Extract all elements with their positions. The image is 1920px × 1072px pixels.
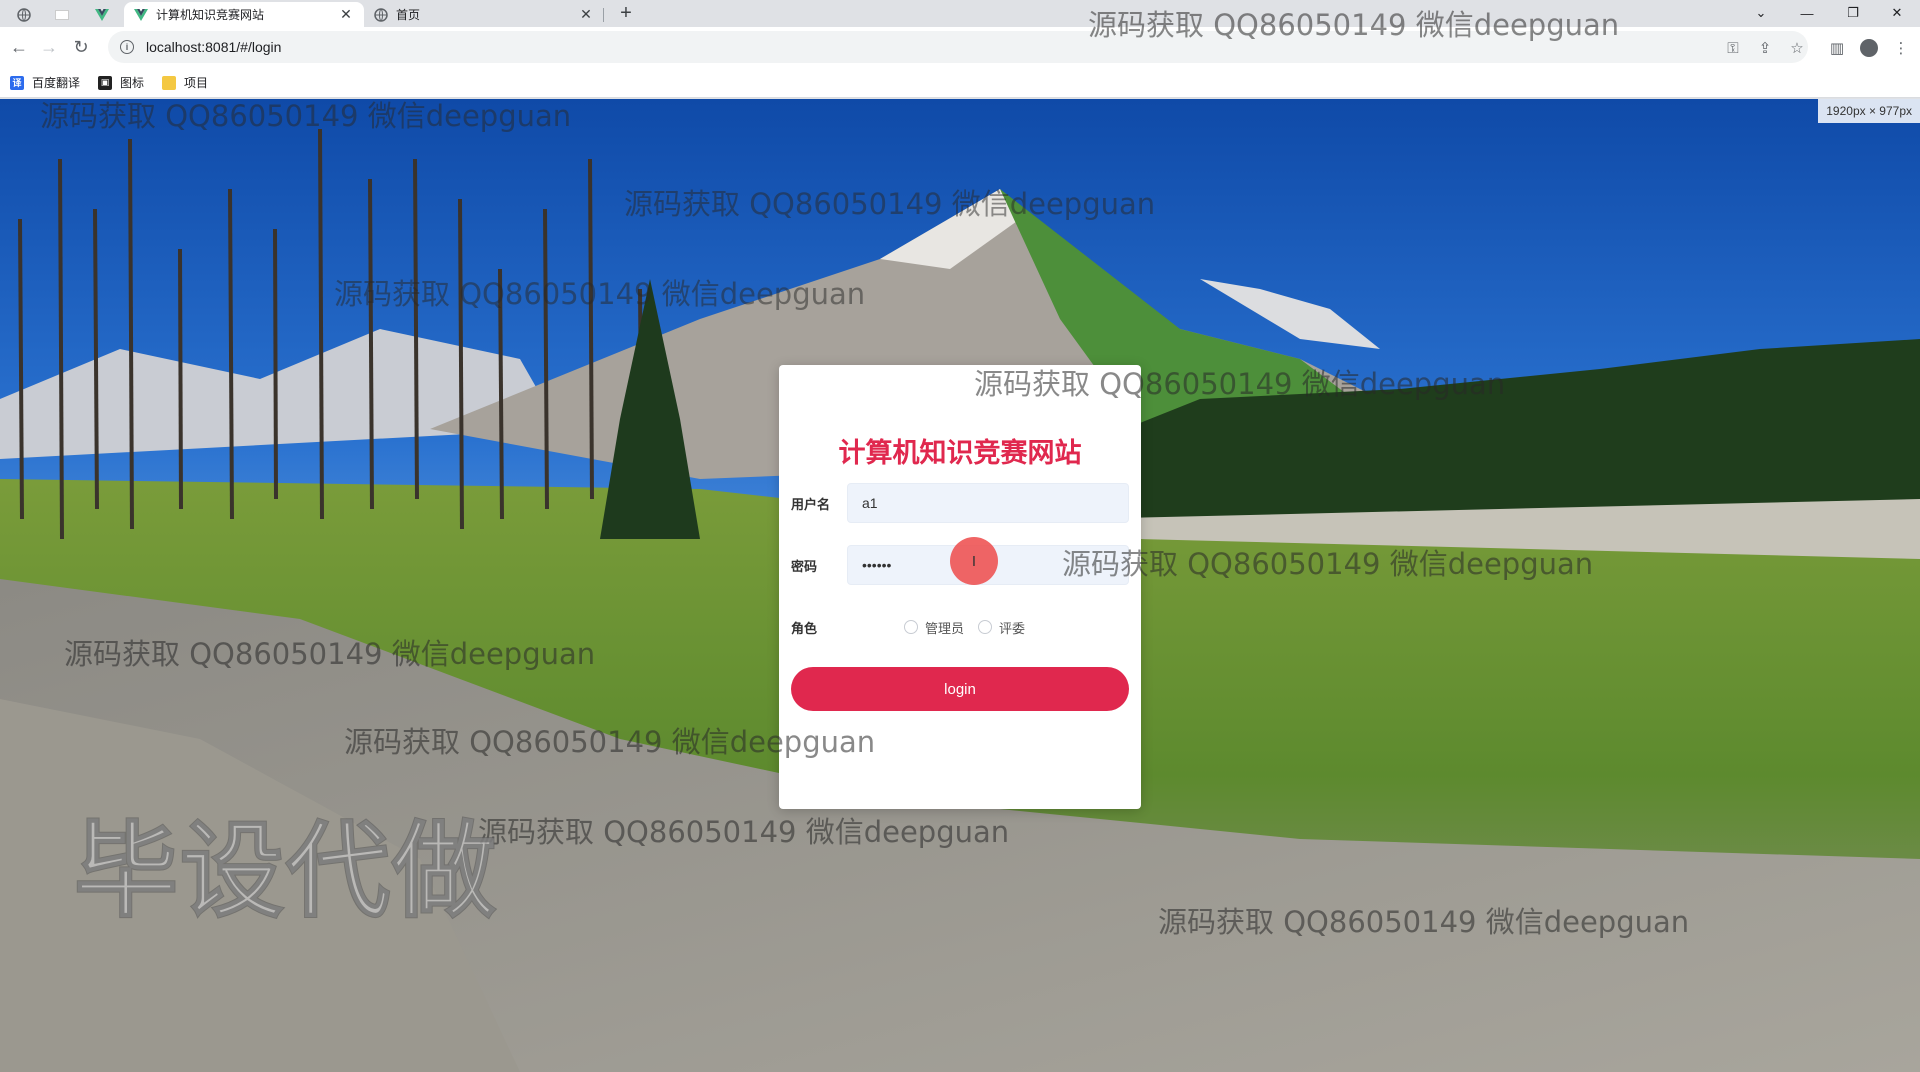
chevron-down-icon: ⌄: [1755, 5, 1767, 20]
arrow-right-icon: →: [40, 36, 58, 57]
close-window-button[interactable]: ✕: [1874, 0, 1920, 26]
login-card: 计算机知识竞赛网站 用户名 密码 角色 管理员 评委 login: [779, 365, 1141, 809]
tab-strip: 计算机知识竞赛网站 ✕ 首页 ✕ + ⌄ — ❐ ✕: [0, 0, 1920, 27]
folder-icon: [162, 75, 177, 90]
username-input[interactable]: [847, 483, 1129, 523]
close-icon[interactable]: ✕: [338, 6, 354, 23]
image-icon: ▣: [98, 75, 113, 90]
viewport-size-badge: 1920px × 977px: [1818, 99, 1920, 123]
share-icon[interactable]: ⇪: [1754, 37, 1776, 59]
forward-button[interactable]: →: [36, 34, 62, 60]
tab-divider: [603, 8, 604, 22]
close-icon[interactable]: ✕: [578, 6, 594, 23]
role-radio-judge[interactable]: 评委: [978, 618, 1025, 637]
role-radio-group: 管理员 评委: [904, 618, 1039, 637]
bookmark-icons[interactable]: ▣ 图标: [98, 74, 144, 91]
globe-icon: [17, 7, 31, 22]
login-title: 计算机知识竞赛网站: [838, 438, 1082, 469]
blank-page-icon: [55, 9, 69, 20]
reload-icon: ↻: [73, 36, 89, 57]
bookmark-folder-project[interactable]: 项目: [162, 74, 208, 91]
globe-icon: [374, 7, 388, 22]
tab-search-button[interactable]: ⌄: [1738, 0, 1784, 26]
restore-button[interactable]: ❐: [1830, 0, 1876, 26]
page-viewport: 1920px × 977px 计算机知识竞赛网站 用户名 密码 角色 管理员 评…: [0, 99, 1920, 1072]
login-button[interactable]: login: [791, 667, 1129, 711]
bookmarks-bar: 译 百度翻译 ▣ 图标 项目: [0, 68, 1920, 98]
username-label: 用户名: [791, 497, 831, 513]
vue-logo-icon: [95, 8, 109, 21]
tab-contest-site[interactable]: 计算机知识竞赛网站 ✕: [124, 2, 364, 27]
bookmark-star-icon[interactable]: ☆: [1786, 37, 1808, 59]
click-indicator: I: [950, 537, 998, 585]
pinned-tab-globe[interactable]: [12, 2, 36, 27]
radio-label: 管理员: [925, 621, 965, 637]
browser-toolbar: ← → ↻ i localhost:8081/#/login ⚿ ⇪ ☆ ▥ ⋮: [0, 27, 1920, 68]
arrow-left-icon: ←: [10, 36, 28, 57]
back-button[interactable]: ←: [6, 34, 32, 60]
role-row: 角色 管理员 评委: [791, 607, 1131, 647]
bookmark-baidu-translate[interactable]: 译 百度翻译: [10, 74, 80, 91]
close-icon: ✕: [1891, 5, 1903, 20]
minimize-icon: —: [1800, 5, 1814, 21]
role-label: 角色: [791, 621, 818, 637]
new-tab-button[interactable]: +: [614, 2, 638, 26]
menu-kebab-icon[interactable]: ⋮: [1890, 37, 1912, 59]
profile-avatar-icon[interactable]: [1858, 37, 1880, 59]
text-cursor-icon: I: [971, 552, 977, 570]
radio-label: 评委: [999, 621, 1026, 637]
tab-home[interactable]: 首页 ✕: [364, 2, 604, 27]
address-bar[interactable]: i localhost:8081/#/login: [108, 31, 1808, 63]
tab-title: 首页: [396, 8, 421, 22]
radio-circle-icon: [904, 620, 918, 634]
restore-icon: ❐: [1847, 5, 1859, 20]
pinned-tab-vue[interactable]: [90, 2, 114, 27]
radio-circle-icon: [978, 620, 993, 634]
password-label: 密码: [791, 559, 818, 575]
bookmark-label: 百度翻译: [32, 76, 81, 90]
bookmark-label: 图标: [120, 76, 145, 90]
reload-button[interactable]: ↻: [68, 34, 94, 60]
side-panel-icon[interactable]: ▥: [1826, 37, 1848, 59]
vue-logo-icon: [134, 8, 148, 21]
info-icon[interactable]: i: [120, 40, 134, 54]
minimize-button[interactable]: —: [1784, 0, 1830, 26]
key-icon[interactable]: ⚿: [1722, 37, 1744, 59]
role-radio-admin[interactable]: 管理员: [904, 618, 964, 637]
username-row: 用户名: [791, 483, 1131, 523]
address-url: localhost:8081/#/login: [146, 39, 282, 55]
tab-title: 计算机知识竞赛网站: [156, 8, 265, 22]
bookmark-label: 项目: [184, 76, 209, 90]
pinned-tab-blank[interactable]: [50, 2, 74, 27]
translate-icon: 译: [10, 75, 24, 90]
